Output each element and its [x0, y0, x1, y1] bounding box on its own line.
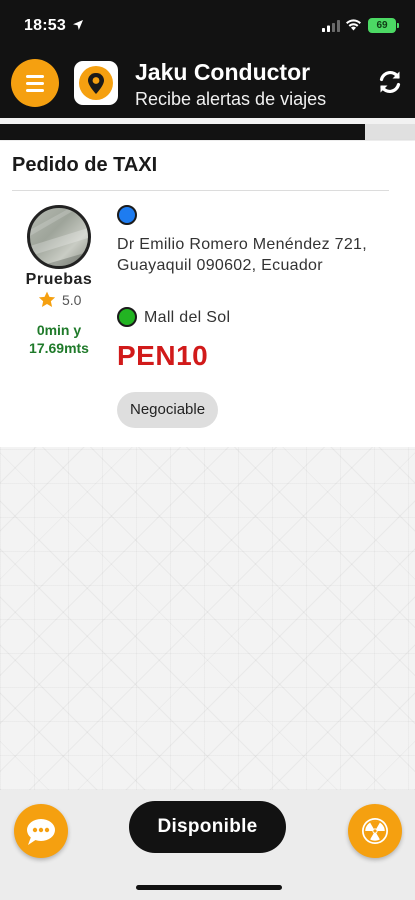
- battery-indicator: 69: [368, 18, 396, 33]
- fare-price: PEN10: [117, 340, 209, 371]
- taxi-pin-icon: [88, 73, 104, 94]
- home-indicator: [136, 885, 282, 890]
- battery-nub: [397, 23, 399, 28]
- location-arrow-icon: [73, 20, 83, 30]
- bottom-bar: Disponible: [0, 790, 415, 900]
- origin-address: Dr Emilio Romero Menéndez 721, Guayaquil…: [117, 236, 367, 274]
- status-bar: 18:53 69: [0, 0, 415, 52]
- app-subtitle: Recibe alertas de viajes: [135, 89, 327, 109]
- passenger-avatar: [27, 205, 91, 269]
- request-timer-bar: [0, 124, 415, 140]
- refresh-button[interactable]: [374, 66, 406, 98]
- menu-button[interactable]: [11, 59, 59, 107]
- order-title: Pedido de TAXI: [12, 154, 158, 176]
- eta-time: 0min y: [36, 322, 82, 338]
- eta-distance: 17.69mts: [29, 340, 89, 356]
- order-card[interactable]: Pedido de TAXI Pruebas 5.0 0min y 17.69m…: [0, 141, 415, 447]
- sos-button[interactable]: [348, 804, 402, 858]
- destination-dot-icon: [117, 307, 137, 327]
- background-pattern: [0, 447, 415, 790]
- origin-dot-icon: [117, 205, 137, 225]
- star-icon: [38, 291, 56, 307]
- app-title: Jaku Conductor: [135, 59, 311, 85]
- destination-address: Mall del Sol: [144, 309, 231, 326]
- negotiable-badge: Negociable: [117, 392, 219, 428]
- app-logo: [74, 61, 118, 105]
- passenger-name: Pruebas: [25, 271, 93, 288]
- cellular-signal-icon: [322, 20, 340, 32]
- refresh-icon: [379, 70, 401, 94]
- chat-bubble-icon: [27, 819, 55, 845]
- status-time: 18:53: [24, 17, 66, 34]
- radiation-icon: [362, 818, 388, 844]
- card-divider: [12, 190, 389, 191]
- availability-toggle-button[interactable]: Disponible: [129, 801, 286, 853]
- app-header: Jaku Conductor Recibe alertas de viajes: [0, 52, 415, 118]
- wifi-icon: [346, 19, 361, 31]
- request-timer-fill: [0, 124, 366, 140]
- rating-value: 5.0: [62, 292, 82, 308]
- chat-button[interactable]: [14, 804, 68, 858]
